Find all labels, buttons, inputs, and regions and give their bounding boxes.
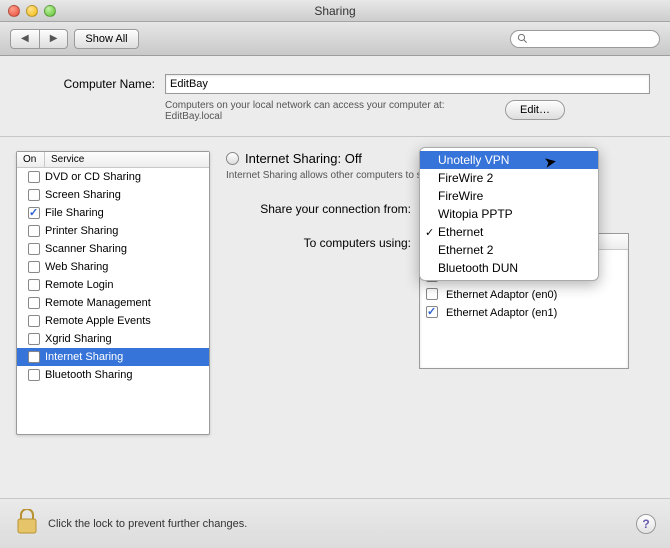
toolbar: ◀ ▶ Show All [0, 22, 670, 56]
checkbox[interactable] [28, 171, 40, 183]
col-on: On [17, 152, 45, 167]
checkbox[interactable] [28, 351, 40, 363]
dropdown-label: FireWire [438, 189, 483, 203]
service-label: Xgrid Sharing [45, 333, 112, 345]
nav-group: ◀ ▶ [10, 29, 68, 49]
service-row[interactable]: Remote Apple Events [17, 312, 209, 330]
to-computers-label: To computers using: [226, 233, 411, 250]
service-row[interactable]: Remote Login [17, 276, 209, 294]
service-row[interactable]: Internet Sharing [17, 348, 209, 366]
port-row[interactable]: Ethernet Adaptor (en0) [420, 286, 628, 304]
forward-button[interactable]: ▶ [39, 29, 69, 49]
computer-name-label: Computer Name: [20, 77, 155, 91]
service-list-header: On Service [17, 152, 209, 168]
service-row[interactable]: Screen Sharing [17, 186, 209, 204]
checkbox[interactable] [426, 306, 438, 318]
edit-button[interactable]: Edit… [505, 100, 565, 120]
detail-title: Internet Sharing: Off [245, 151, 362, 166]
checkbox[interactable] [28, 207, 40, 219]
detail-pane: Internet Sharing: Off Internet Sharing a… [226, 151, 654, 435]
checkbox[interactable] [28, 369, 40, 381]
back-button[interactable]: ◀ [10, 29, 39, 49]
service-label: Remote Management [45, 297, 151, 309]
service-label: Bluetooth Sharing [45, 369, 132, 381]
help-button[interactable]: ? [636, 514, 656, 534]
service-row[interactable]: DVD or CD Sharing [17, 168, 209, 186]
computer-name-section: Computer Name: Computers on your local n… [0, 56, 670, 137]
checkbox[interactable] [28, 261, 40, 273]
service-label: Screen Sharing [45, 189, 121, 201]
service-label: File Sharing [45, 207, 104, 219]
service-row[interactable]: Web Sharing [17, 258, 209, 276]
service-row[interactable]: Remote Management [17, 294, 209, 312]
service-label: Printer Sharing [45, 225, 118, 237]
port-label: Ethernet Adaptor (en0) [446, 289, 557, 301]
footer-text: Click the lock to prevent further change… [48, 518, 247, 530]
dropdown-item[interactable]: ✓ Ethernet [420, 223, 598, 241]
service-label: Remote Apple Events [45, 315, 151, 327]
window-title: Sharing [0, 4, 670, 18]
service-label: DVD or CD Sharing [45, 171, 141, 183]
checkbox[interactable] [28, 225, 40, 237]
dropdown-item[interactable]: FireWire 2 [420, 169, 598, 187]
checkbox[interactable] [28, 279, 40, 291]
titlebar: Sharing [0, 0, 670, 22]
connection-dropdown-menu[interactable]: Unotelly VPN FireWire 2 FireWire Witopia PP… [419, 147, 599, 281]
dropdown-item[interactable]: Ethernet 2 [420, 241, 598, 259]
service-row[interactable]: Printer Sharing [17, 222, 209, 240]
dropdown-label: FireWire 2 [438, 171, 493, 185]
dropdown-label: Ethernet 2 [438, 243, 493, 257]
port-label: Ethernet Adaptor (en1) [446, 307, 557, 319]
service-row[interactable]: Scanner Sharing [17, 240, 209, 258]
service-list[interactable]: On Service DVD or CD Sharing Screen Shari… [16, 151, 210, 435]
checkbox[interactable] [28, 315, 40, 327]
port-row[interactable]: Ethernet Adaptor (en1) [420, 304, 628, 322]
dropdown-item[interactable]: Unotelly VPN [420, 151, 598, 169]
search-icon [517, 33, 528, 44]
checkbox[interactable] [28, 243, 40, 255]
col-service: Service [45, 152, 209, 167]
chevron-right-icon: ▶ [50, 33, 58, 44]
service-label: Remote Login [45, 279, 114, 291]
checkbox[interactable] [426, 288, 438, 300]
chevron-left-icon: ◀ [21, 33, 29, 44]
footer: Click the lock to prevent further change… [0, 498, 670, 548]
service-label: Scanner Sharing [45, 243, 127, 255]
dropdown-label: Ethernet [438, 225, 483, 239]
checkbox[interactable] [28, 297, 40, 309]
dropdown-item[interactable]: Witopia PPTP [420, 205, 598, 223]
share-from-label: Share your connection from: [226, 202, 411, 216]
dropdown-item[interactable]: Bluetooth DUN [420, 259, 598, 277]
checkbox[interactable] [28, 189, 40, 201]
dropdown-label: Unotelly VPN [438, 153, 509, 167]
dropdown-item[interactable]: FireWire [420, 187, 598, 205]
service-label: Internet Sharing [45, 351, 123, 363]
dropdown-label: Bluetooth DUN [438, 261, 518, 275]
search-input[interactable] [510, 30, 660, 48]
show-all-button[interactable]: Show All [74, 29, 138, 49]
check-icon: ✓ [425, 226, 434, 239]
dropdown-label: Witopia PPTP [438, 207, 513, 221]
lock-icon[interactable] [16, 509, 38, 538]
service-row[interactable]: File Sharing [17, 204, 209, 222]
service-row[interactable]: Xgrid Sharing [17, 330, 209, 348]
service-label: Web Sharing [45, 261, 108, 273]
service-row[interactable]: Bluetooth Sharing [17, 366, 209, 384]
checkbox[interactable] [28, 333, 40, 345]
service-radio[interactable] [226, 152, 239, 165]
computer-name-field[interactable] [165, 74, 650, 94]
computer-name-helper: Computers on your local network can acce… [165, 100, 495, 122]
